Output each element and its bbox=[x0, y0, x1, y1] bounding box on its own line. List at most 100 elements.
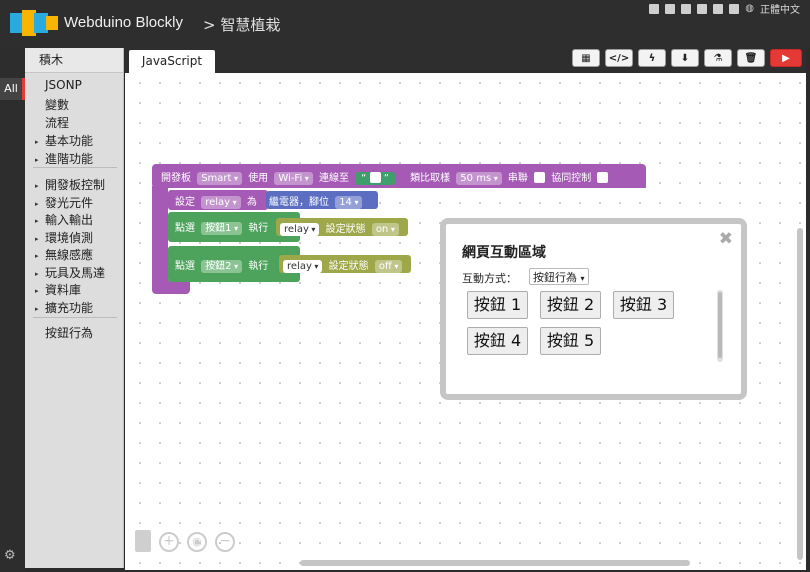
panel-button-1[interactable]: 按鈕 1 bbox=[467, 291, 528, 319]
center-button[interactable]: ◉ bbox=[187, 532, 207, 552]
variable-dropdown[interactable]: relay bbox=[201, 196, 241, 209]
editor-toolbar: ▦ </> ϟ ⬇ ⚗ 🗑 ▶ bbox=[572, 49, 802, 67]
flask-button[interactable]: ⚗ bbox=[704, 49, 732, 67]
panel-button-2[interactable]: 按鈕 2 bbox=[540, 291, 601, 319]
board-block-body bbox=[152, 186, 168, 288]
set-label: 設定 bbox=[175, 197, 195, 208]
toolbox-item[interactable]: ▸ 擴充功能 bbox=[25, 299, 124, 316]
tab-javascript[interactable]: JavaScript bbox=[129, 50, 215, 73]
toolbox-item-label: 基本功能 bbox=[45, 134, 94, 148]
pin-dropdown[interactable]: 14 bbox=[335, 196, 363, 209]
trash-icon: 🗑 bbox=[744, 52, 758, 64]
chevron-right-icon: ▸ bbox=[35, 252, 39, 260]
toolbox-item[interactable]: ▸ 玩具及馬達 bbox=[25, 264, 124, 281]
panel-button-3[interactable]: 按鈕 3 bbox=[613, 291, 674, 319]
panel-scrollbar[interactable] bbox=[717, 290, 723, 362]
toolbox-item[interactable]: ▸ 輸入輸出 bbox=[25, 211, 124, 228]
set-state-label-1: 設定狀態 bbox=[325, 224, 366, 235]
all-tab[interactable]: All bbox=[0, 78, 25, 100]
device-id-input[interactable]: “ ” bbox=[355, 172, 395, 185]
qr-button[interactable]: ▦ bbox=[572, 49, 600, 67]
chevron-right-icon: ▸ bbox=[35, 287, 39, 295]
serial-label: 串聯 bbox=[507, 173, 528, 184]
board-block-row: 開發板 Smart 使用 Wi-Fi 連線至 “ ” 類比取樣 50 ms 串聯… bbox=[158, 169, 609, 185]
toolbox-item-label: 開發板控制 bbox=[45, 178, 106, 192]
toolbox-item-label: 進階功能 bbox=[45, 152, 94, 166]
toolbox: 積木 JSONP 變數 流程 ▸ 基本功能 ▸ 進階功能 ▸ 開發板控制 ▸ 發光元件 ▸ 輸入輸出 ▸ 環… bbox=[25, 48, 124, 568]
horizontal-scrollbar[interactable] bbox=[300, 560, 690, 566]
toolbox-item[interactable]: 按鈕行為 bbox=[25, 324, 124, 341]
document-icon[interactable] bbox=[697, 3, 708, 14]
chevron-right-icon: ▸ bbox=[35, 305, 39, 313]
globe-icon[interactable]: ◍ bbox=[745, 3, 754, 14]
top-bar: Webduino Blockly > 智慧植栽 ◍ 正體中文 bbox=[0, 0, 810, 48]
panel-title: 網頁互動區域 bbox=[462, 245, 546, 261]
language-selector[interactable]: 正體中文 bbox=[760, 1, 800, 16]
toolbox-item[interactable]: JSONP bbox=[25, 78, 124, 92]
code-button[interactable]: </> bbox=[605, 49, 633, 67]
click2-exec-label: 執行 bbox=[248, 261, 269, 272]
board-type-dropdown[interactable]: Smart bbox=[197, 172, 242, 185]
panel-button-5[interactable]: 按鈕 5 bbox=[540, 327, 601, 355]
state-dropdown-off[interactable]: off bbox=[374, 260, 403, 273]
use-label: 使用 bbox=[248, 173, 269, 184]
signout-icon[interactable] bbox=[713, 3, 724, 14]
toolbox-item-label: 發光元件 bbox=[45, 196, 94, 210]
run-icon: ▶ bbox=[782, 52, 790, 64]
click1-label: 點選 bbox=[175, 223, 195, 234]
relay-target-dropdown-2[interactable]: relay bbox=[283, 260, 323, 273]
zoom-in-button[interactable]: + bbox=[159, 532, 179, 552]
click2-button-dropdown[interactable]: 按鈕2 bbox=[201, 260, 243, 273]
sampling-dropdown[interactable]: 50 ms bbox=[456, 172, 502, 185]
binoculars-icon[interactable] bbox=[665, 3, 676, 14]
flash-button[interactable]: ϟ bbox=[638, 49, 666, 67]
toolbox-item-label: 輸入輸出 bbox=[45, 213, 94, 227]
info-icon[interactable] bbox=[729, 3, 740, 14]
database-icon[interactable] bbox=[681, 3, 692, 14]
state-dropdown-on[interactable]: on bbox=[371, 223, 399, 236]
toolbox-item[interactable]: ▸ 資料庫 bbox=[25, 281, 124, 298]
zoom-out-button[interactable]: − bbox=[215, 532, 235, 552]
connect-to-label: 連線至 bbox=[318, 173, 349, 184]
app-title[interactable]: Webduino Blockly bbox=[64, 14, 183, 31]
device-label: 繼電器，腳位 bbox=[269, 197, 329, 208]
chevron-down-icon: ▾ bbox=[580, 274, 585, 283]
workspace-trash-icon[interactable] bbox=[135, 530, 151, 552]
trash-button[interactable]: 🗑 bbox=[737, 49, 765, 67]
gear-icon[interactable]: ⚙ bbox=[4, 548, 18, 563]
toolbox-item[interactable]: ▸ 無線感應 bbox=[25, 246, 124, 263]
click1-button-dropdown[interactable]: 按鈕1 bbox=[201, 222, 243, 235]
connection-dropdown[interactable]: Wi-Fi bbox=[274, 172, 313, 185]
vertical-scrollbar[interactable] bbox=[797, 228, 803, 560]
serial-checkbox[interactable] bbox=[534, 172, 546, 183]
toolbox-separator bbox=[33, 317, 117, 318]
toolbox-item[interactable]: ▸ 開發板控制 bbox=[25, 176, 124, 193]
web-interaction-panel[interactable]: 網頁互動區域 ✖ 互動方式： 按鈕行為 ▾ 按鈕 1 按鈕 2 按鈕 3 按鈕 … bbox=[440, 218, 747, 400]
chevron-right-icon: ▸ bbox=[35, 200, 39, 208]
relay-state-on-block[interactable]: relay 設定狀態 on bbox=[276, 218, 408, 236]
chevron-right-icon: ▸ bbox=[35, 217, 39, 225]
toolbox-item[interactable]: ▸ 基本功能 bbox=[25, 132, 124, 149]
toolbox-item[interactable]: ▸ 發光元件 bbox=[25, 194, 124, 211]
chevron-right-icon: ▸ bbox=[35, 270, 39, 278]
relay-target-dropdown-1[interactable]: relay bbox=[280, 223, 320, 236]
toolbox-item-label: 玩具及馬達 bbox=[45, 266, 106, 280]
toolbox-item[interactable]: 流程 bbox=[25, 114, 124, 131]
toolbox-item[interactable]: 變數 bbox=[25, 96, 124, 113]
toolbox-item-label: 無線感應 bbox=[45, 248, 94, 262]
toolbox-item[interactable]: ▸ 環境偵測 bbox=[25, 229, 124, 246]
left-strip bbox=[0, 48, 25, 572]
relay-device-block[interactable]: 繼電器，腳位 14 bbox=[266, 191, 378, 209]
flask-icon: ⚗ bbox=[713, 52, 723, 64]
download-button[interactable]: ⬇ bbox=[671, 49, 699, 67]
close-icon[interactable]: ✖ bbox=[719, 229, 733, 249]
panel-button-4[interactable]: 按鈕 4 bbox=[467, 327, 528, 355]
device-id-value[interactable] bbox=[369, 172, 381, 183]
interaction-mode-select[interactable]: 按鈕行為 ▾ bbox=[529, 268, 589, 285]
run-button[interactable]: ▶ bbox=[770, 49, 802, 67]
toolbox-item-label: 資料庫 bbox=[45, 283, 82, 297]
home-icon[interactable] bbox=[649, 3, 660, 14]
relay-state-off-block[interactable]: relay 設定狀態 off bbox=[279, 255, 411, 273]
toolbox-item[interactable]: ▸ 進階功能 bbox=[25, 150, 124, 167]
coop-checkbox[interactable] bbox=[597, 172, 609, 183]
